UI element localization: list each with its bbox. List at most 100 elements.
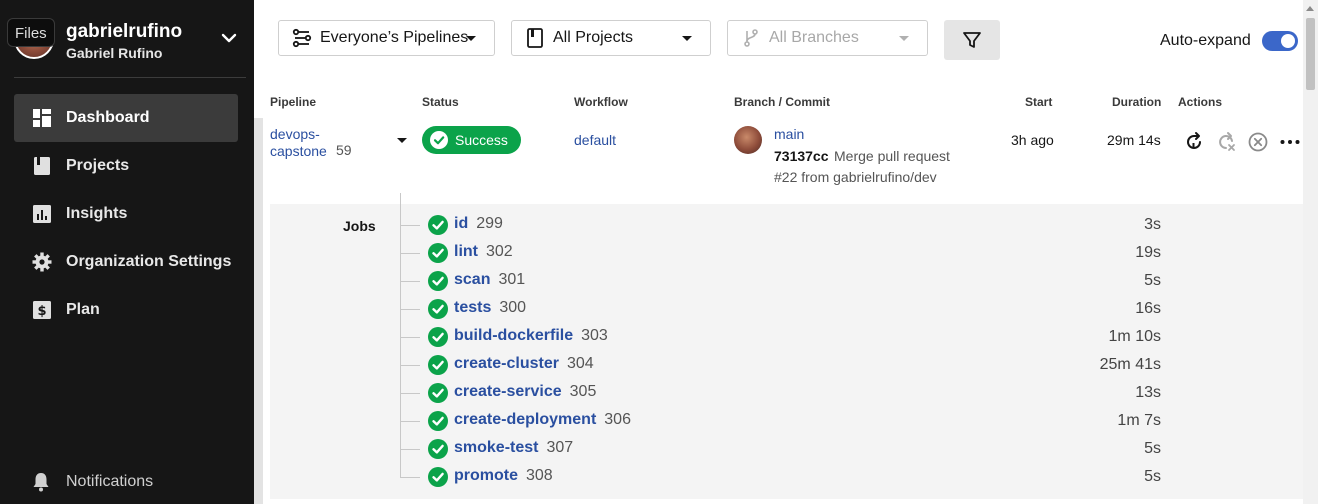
start-time: 3h ago xyxy=(1011,132,1054,148)
commit-message: Merge pull request xyxy=(834,148,950,164)
job-duration: 5s xyxy=(1144,440,1161,457)
branch-link[interactable]: main xyxy=(774,126,804,142)
job-row: id 299 3s xyxy=(400,211,1180,239)
job-row: smoke-test 307 5s xyxy=(400,435,1180,463)
dashboard-icon xyxy=(32,108,52,128)
job-tree-branch xyxy=(400,225,420,226)
job-name-link[interactable]: promote xyxy=(454,467,518,484)
job-row: create-service 305 13s xyxy=(400,379,1180,407)
row-accent-bar xyxy=(254,118,263,504)
success-check-icon xyxy=(428,243,448,263)
job-name-link[interactable]: create-service xyxy=(454,383,562,400)
insights-icon xyxy=(32,204,52,224)
column-header-pipeline: Pipeline xyxy=(270,95,317,109)
more-options-icon[interactable] xyxy=(1279,131,1301,153)
sidebar-item-label: Projects xyxy=(66,157,130,174)
pipeline-number: 59 xyxy=(336,142,352,158)
avatar xyxy=(734,126,762,154)
chevron-down-icon[interactable] xyxy=(219,28,239,48)
branches-filter-label: All Branches xyxy=(769,29,859,46)
caret-down-icon xyxy=(899,36,909,41)
success-check-icon xyxy=(428,355,448,375)
status-label: Success xyxy=(455,132,508,148)
job-label: scan 301 xyxy=(454,271,525,289)
job-number: 303 xyxy=(581,327,608,344)
job-number: 304 xyxy=(566,355,594,372)
rerun-icon[interactable] xyxy=(1183,131,1205,153)
success-check-icon xyxy=(428,215,448,235)
job-name-link[interactable]: lint xyxy=(454,243,478,260)
job-name-link[interactable]: create-cluster xyxy=(454,355,559,372)
sidebar-item-notifications[interactable]: Notifications xyxy=(32,472,153,492)
job-tree-branch xyxy=(400,421,420,422)
dollar-icon: $ xyxy=(32,300,52,320)
sidebar-item-insights[interactable]: Insights xyxy=(14,190,238,238)
org-name[interactable]: gabrielrufino xyxy=(66,21,182,43)
job-duration: 25m 41s xyxy=(1099,356,1161,373)
job-row: promote 308 5s xyxy=(400,463,1180,491)
notifications-label: Notifications xyxy=(66,473,154,490)
sidebar-item-plan[interactable]: $ Plan xyxy=(14,286,238,334)
column-header-branch-commit: Branch / Commit xyxy=(734,95,831,109)
job-name-link[interactable]: build-dockerfile xyxy=(454,327,573,344)
job-number: 302 xyxy=(486,243,513,260)
cancel-icon[interactable] xyxy=(1247,131,1269,153)
branch-icon xyxy=(744,29,758,47)
commit-hash[interactable]: 73137cc xyxy=(774,148,829,164)
jobs-label: Jobs xyxy=(343,218,376,234)
auto-expand-toggle[interactable] xyxy=(1262,31,1298,51)
job-duration: 16s xyxy=(1135,300,1161,317)
pipelines-filter-dropdown[interactable]: Everyone’s Pipelines xyxy=(278,20,495,56)
sidebar-divider xyxy=(14,77,246,78)
job-duration: 5s xyxy=(1144,468,1161,485)
projects-filter-dropdown[interactable]: All Projects xyxy=(511,20,711,56)
caret-down-icon xyxy=(466,36,476,41)
job-duration: 19s xyxy=(1135,244,1161,261)
job-name-link[interactable]: id xyxy=(454,215,468,232)
job-row: create-cluster 304 25m 41s xyxy=(400,351,1180,379)
job-tree-branch xyxy=(400,253,420,254)
success-check-icon xyxy=(428,411,448,431)
expand-caret-icon[interactable] xyxy=(397,138,407,143)
sidebar-item-dashboard[interactable]: Dashboard xyxy=(14,94,238,142)
job-row: create-deployment 306 1m 7s xyxy=(400,407,1180,435)
job-label: id 299 xyxy=(454,215,503,233)
status-badge[interactable]: Success xyxy=(422,126,521,154)
sidebar-item-organization-settings[interactable]: Organization Settings xyxy=(14,238,238,286)
toggle-knob xyxy=(1281,34,1295,48)
job-number: 300 xyxy=(499,299,527,316)
scrollbar-thumb[interactable] xyxy=(1306,18,1315,90)
job-label: smoke-test 307 xyxy=(454,439,573,457)
job-row: scan 301 5s xyxy=(400,267,1180,295)
job-number: 306 xyxy=(604,411,631,428)
sidebar-item-projects[interactable]: Projects xyxy=(14,142,238,190)
rerun-failed-icon[interactable] xyxy=(1215,131,1237,153)
gear-icon xyxy=(32,252,52,272)
branches-filter-dropdown[interactable]: All Branches xyxy=(727,20,928,56)
app-window: Files gabrielrufino Gabriel Rufino Dashb… xyxy=(0,0,1318,504)
job-duration: 1m 7s xyxy=(1117,412,1161,429)
job-name-link[interactable]: create-deployment xyxy=(454,411,596,428)
funnel-icon xyxy=(963,32,981,48)
job-label: promote 308 xyxy=(454,467,553,485)
pipelines-filter-label: Everyone’s Pipelines xyxy=(320,29,469,46)
job-label: lint 302 xyxy=(454,243,513,261)
job-name-link[interactable]: smoke-test xyxy=(454,439,538,456)
success-check-icon xyxy=(428,439,448,459)
column-header-workflow: Workflow xyxy=(574,95,628,109)
job-number: 299 xyxy=(476,215,503,232)
job-name-link[interactable]: scan xyxy=(454,271,490,288)
scroll-up-arrow-icon[interactable] xyxy=(1306,6,1314,11)
bell-icon xyxy=(32,472,52,492)
job-duration: 3s xyxy=(1144,216,1161,233)
job-name-link[interactable]: tests xyxy=(454,299,491,316)
pipeline-name-link[interactable]: devops-capstone xyxy=(270,126,340,160)
job-tree-branch xyxy=(400,393,420,394)
filter-button[interactable] xyxy=(944,20,1000,60)
files-badge[interactable]: Files xyxy=(7,18,55,47)
job-number: 301 xyxy=(498,271,526,288)
job-duration: 5s xyxy=(1144,272,1161,289)
success-check-icon xyxy=(428,299,448,319)
workflow-link[interactable]: default xyxy=(574,132,616,148)
duration: 29m 14s xyxy=(1107,132,1161,148)
